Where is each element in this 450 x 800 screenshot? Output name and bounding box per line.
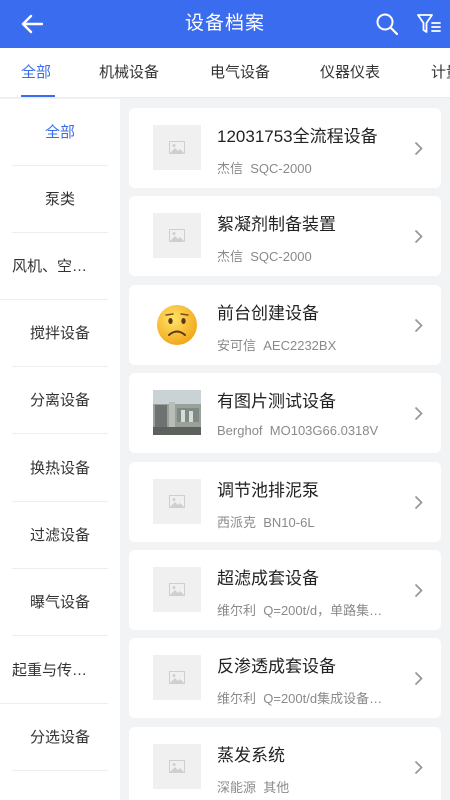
device-brand: 西派克 [217, 515, 257, 530]
list-item[interactable]: 反渗透成套设备 维尔利 Q=200t/d集成设备… [129, 638, 441, 718]
search-icon [376, 13, 399, 36]
list-item[interactable]: 12031753全流程设备 杰信 SQC-2000 [129, 108, 441, 188]
device-model: SQC-2000 [250, 249, 312, 264]
device-brand: 深能源 [217, 780, 257, 795]
device-name: 反渗透成套设备 [217, 657, 336, 676]
device-brand: 杰信 [217, 249, 244, 264]
device-brand: Berghof [217, 423, 263, 438]
active-tab-indicator [21, 95, 55, 97]
device-model: MO103G66.0318V [269, 423, 379, 438]
chevron-right-icon [411, 757, 425, 777]
list-item[interactable]: 絮凝剂制备装置 杰信 SQC-2000 [129, 196, 441, 276]
tab-instruments[interactable]: 仪器仪表 [320, 48, 380, 97]
device-model: Q=200t/d集成设备… [263, 691, 383, 706]
filter-icon [417, 14, 441, 33]
list-item[interactable]: 有图片测试设备 Berghof MO103G66.0318V [129, 373, 441, 453]
device-model: BN10-6L [263, 515, 315, 530]
device-name: 调节池排泥泵 [217, 481, 319, 500]
chevron-right-icon [411, 403, 425, 423]
placeholder-image-icon [153, 567, 201, 612]
device-meta: 西派克 BN10-6L [217, 512, 407, 531]
sidebar-item-heat-exchangers[interactable]: 换热设备 [12, 435, 108, 502]
sidebar-item-all[interactable]: 全部 [12, 99, 108, 166]
device-meta: 杰信 SQC-2000 [217, 158, 407, 177]
chevron-right-icon [411, 580, 425, 600]
device-name: 超滤成套设备 [217, 569, 319, 588]
sidebar-item-filters[interactable]: 过滤设备 [12, 502, 108, 569]
device-list: 12031753全流程设备 杰信 SQC-2000 絮凝剂制备装置 杰信 SQC… [120, 99, 450, 800]
chevron-right-icon [411, 138, 425, 158]
sidebar-item-separators[interactable]: 分离设备 [12, 367, 108, 434]
device-brand: 维尔利 [217, 603, 257, 618]
search-button[interactable] [372, 8, 402, 40]
device-meta: 维尔利 Q=200t/d集成设备… [217, 688, 407, 707]
tab-all[interactable]: 全部 [21, 48, 51, 97]
placeholder-image-icon [153, 479, 201, 524]
list-item[interactable]: 蒸发系统 深能源 其他 [129, 727, 441, 800]
device-model: SQC-2000 [250, 161, 312, 176]
device-meta: 深能源 其他 [217, 777, 407, 796]
device-name: 12031753全流程设备 [217, 127, 378, 146]
chevron-right-icon [411, 315, 425, 335]
sidebar-item-aeration[interactable]: 曝气设备 [12, 569, 108, 636]
chevron-right-icon [411, 226, 425, 246]
sidebar: 全部 泵类 风机、空… 搅拌设备 分离设备 换热设备 过滤设备 曝气设备 起重与… [0, 99, 120, 800]
tab-mechanical[interactable]: 机械设备 [99, 48, 159, 97]
list-item[interactable]: 超滤成套设备 维尔利 Q=200t/d，单路集… [129, 550, 441, 630]
placeholder-image-icon [153, 125, 201, 170]
sidebar-item-sorting[interactable]: 分选设备 [12, 704, 108, 771]
chevron-right-icon [411, 668, 425, 688]
device-meta: 杰信 SQC-2000 [217, 246, 407, 265]
device-meta: 安可信 AEC2232BX [217, 335, 407, 354]
sidebar-item-fans[interactable]: 风机、空… [0, 233, 108, 300]
list-item[interactable]: 前台创建设备 安可信 AEC2232BX [129, 285, 441, 365]
device-model: 其他 [263, 780, 290, 795]
placeholder-image-icon [153, 213, 201, 258]
list-item[interactable]: 调节池排泥泵 西派克 BN10-6L [129, 462, 441, 542]
placeholder-image-icon [153, 655, 201, 700]
sad-face-emoji-icon [153, 302, 201, 347]
placeholder-image-icon [153, 744, 201, 789]
device-model: Q=200t/d，单路集… [263, 603, 383, 618]
chevron-right-icon [411, 492, 425, 512]
device-brand: 杰信 [217, 161, 244, 176]
device-name: 前台创建设备 [217, 304, 319, 323]
category-tabs: 全部 机械设备 电气设备 仪器仪表 计量 [0, 48, 450, 98]
device-name: 絮凝剂制备装置 [217, 215, 336, 234]
device-brand: 安可信 [217, 338, 257, 353]
filter-button[interactable] [414, 8, 444, 40]
device-model: AEC2232BX [263, 338, 337, 353]
sidebar-item-lifting[interactable]: 起重与传… [0, 637, 108, 704]
equipment-photo [153, 390, 201, 435]
sidebar-item-pumps[interactable]: 泵类 [12, 166, 108, 233]
device-brand: 维尔利 [217, 691, 257, 706]
device-name: 蒸发系统 [217, 746, 285, 765]
device-name: 有图片测试设备 [217, 392, 336, 411]
tab-electrical[interactable]: 电气设备 [210, 48, 270, 97]
device-meta: Berghof MO103G66.0318V [217, 423, 407, 438]
device-meta: 维尔利 Q=200t/d，单路集… [217, 600, 407, 619]
sidebar-item-mixers[interactable]: 搅拌设备 [12, 300, 108, 367]
app-header: 设备档案 [0, 0, 450, 48]
tab-metering[interactable]: 计量 [431, 48, 450, 97]
